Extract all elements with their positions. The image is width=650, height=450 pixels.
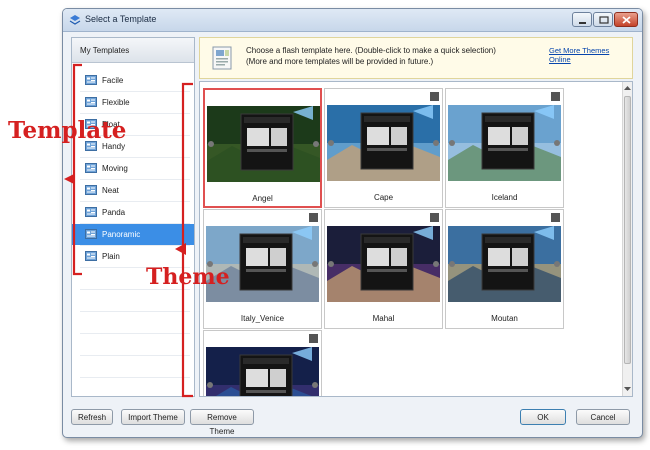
theme-bracket [181, 82, 193, 398]
annotation-overlay [64, 63, 193, 398]
template-annotation-label: Template [8, 117, 127, 144]
template-arrow [64, 174, 74, 184]
theme-annotation-label: Theme [146, 264, 230, 290]
template-bracket [72, 63, 82, 276]
panoramic-arrow [175, 243, 186, 255]
